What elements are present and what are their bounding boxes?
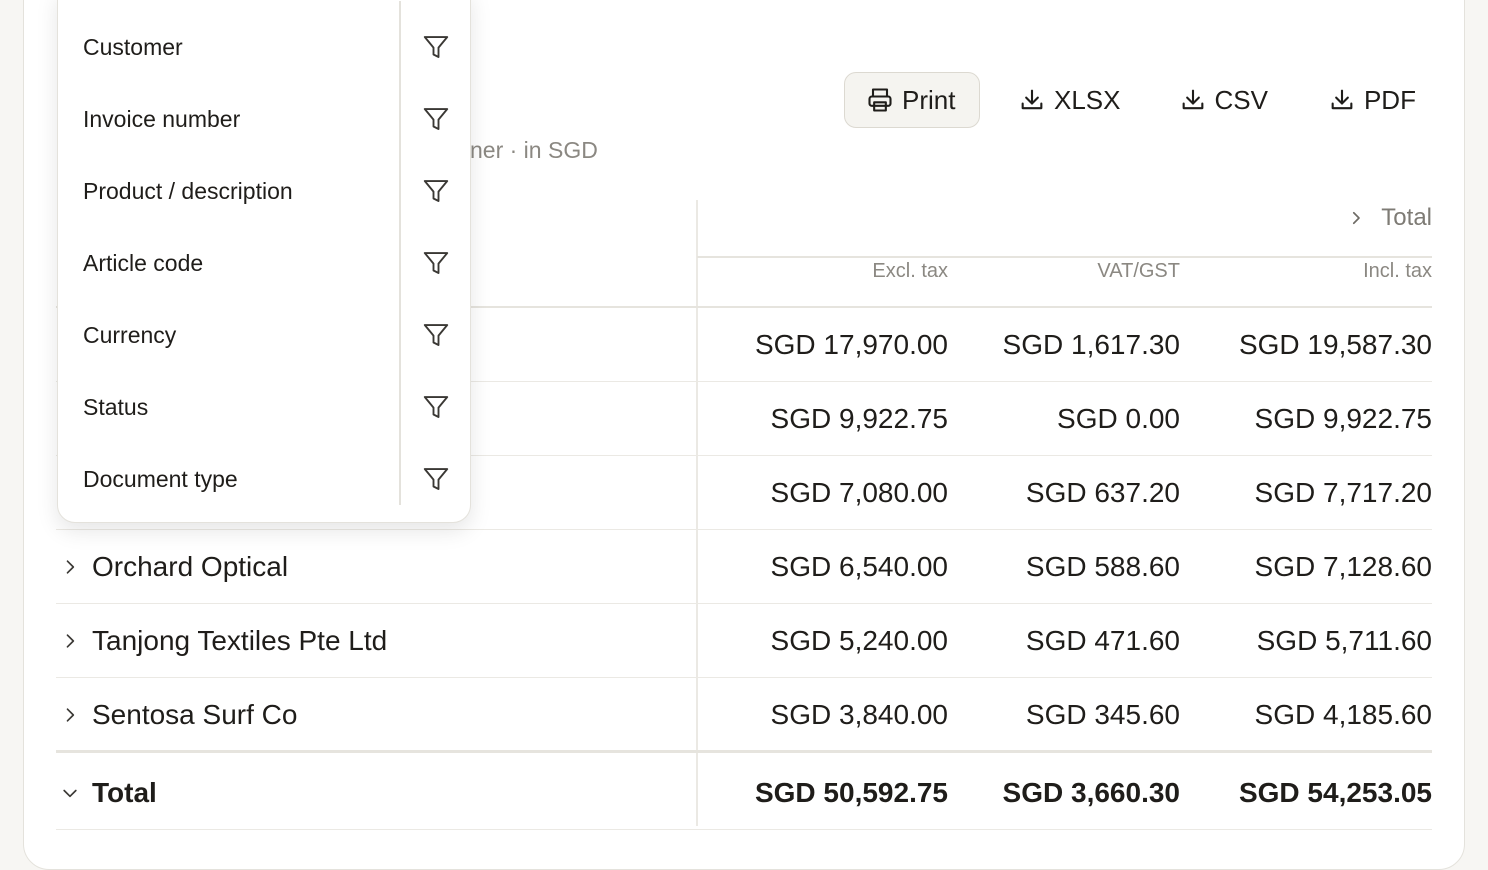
- chevron-right-icon: [66, 560, 75, 574]
- dropdown-item-document-type[interactable]: Document type: [58, 443, 472, 515]
- dropdown-item-label: Status: [83, 393, 149, 420]
- filter-icon[interactable]: [420, 391, 452, 423]
- pdf-label: PDF: [1363, 84, 1416, 115]
- dropdown-item-label: Product / description: [83, 177, 293, 204]
- csv-label: CSV: [1214, 84, 1268, 115]
- download-icon: [1021, 89, 1043, 110]
- cell-vat: SGD 1,617.30: [1002, 329, 1180, 360]
- cell-vat: SGD 345.60: [1025, 699, 1180, 730]
- total-vat: SGD 3,660.30: [1002, 777, 1180, 808]
- cell-vat: SGD 637.20: [1025, 477, 1180, 508]
- cell-excl-tax: SGD 5,240.00: [770, 625, 948, 656]
- dropdown-item-label: Invoice number: [83, 105, 241, 132]
- cell-excl-tax: SGD 17,970.00: [754, 329, 948, 360]
- cell-incl-tax: SGD 5,711.60: [1256, 625, 1432, 656]
- xlsx-label: XLSX: [1054, 84, 1121, 115]
- cell-incl-tax: SGD 19,587.30: [1238, 329, 1432, 360]
- total-excl-tax: SGD 50,592.75: [754, 777, 948, 808]
- cell-incl-tax: SGD 7,128.60: [1254, 551, 1432, 582]
- dropdown-item-product-description[interactable]: Product / description: [58, 155, 472, 227]
- cell-excl-tax: SGD 3,840.00: [770, 699, 948, 730]
- row-toggle[interactable]: Orchard Optical: [56, 530, 288, 604]
- cell-vat: SGD 0.00: [1057, 403, 1180, 434]
- total-incl-tax: SGD 54,253.05: [1238, 777, 1432, 808]
- filter-icon[interactable]: [420, 31, 452, 63]
- dropdown-item-article-code[interactable]: Article code: [58, 227, 472, 299]
- total-group-header[interactable]: Total: [1347, 204, 1432, 232]
- row-name: Orchard Optical: [92, 551, 289, 582]
- download-icon: [1182, 89, 1203, 110]
- table-row[interactable]: Tanjong Textiles Pte Ltd SGD 5,240.00 SG…: [56, 604, 1432, 678]
- group-header-label: Total: [1381, 204, 1432, 231]
- cell-excl-tax: SGD 6,540.00: [770, 551, 948, 582]
- cell-excl-tax: SGD 9,922.75: [770, 403, 948, 434]
- export-toolbar: Print XLSX CSV PDF: [844, 72, 1416, 128]
- table-row[interactable]: Sentosa Surf Co SGD 3,840.00 SGD 345.60 …: [56, 678, 1432, 752]
- total-label: Total: [92, 777, 157, 808]
- row-name: Sentosa Surf Co: [92, 699, 298, 730]
- download-icon: [1331, 89, 1353, 110]
- dropdown-item-status[interactable]: Status: [58, 371, 472, 443]
- cell-vat: SGD 471.60: [1025, 625, 1180, 656]
- report-subtitle: ner · in SGD: [470, 137, 598, 163]
- cell-incl-tax: SGD 7,717.20: [1254, 477, 1432, 508]
- csv-export-button[interactable]: CSV: [1179, 72, 1268, 128]
- filter-icon[interactable]: [420, 175, 452, 207]
- print-button[interactable]: Print: [844, 72, 980, 128]
- print-label: Print: [902, 84, 956, 115]
- cell-excl-tax: SGD 7,080.00: [770, 477, 948, 508]
- row-toggle[interactable]: Sentosa Surf Co: [56, 678, 297, 752]
- chevron-right-icon: [66, 634, 75, 648]
- dropdown-item-label: Article code: [83, 249, 204, 276]
- dropdown-item-invoice-number[interactable]: Invoice number: [58, 83, 472, 155]
- column-header-vat: VAT/GST: [1097, 260, 1180, 282]
- header-divider: [697, 256, 1432, 258]
- total-toggle[interactable]: Total: [56, 753, 157, 833]
- filter-icon[interactable]: [420, 319, 452, 351]
- total-row[interactable]: Total SGD 50,592.75 SGD 3,660.30 SGD 54,…: [56, 750, 1432, 830]
- filter-icon[interactable]: [420, 103, 452, 135]
- xlsx-export-button[interactable]: XLSX: [1018, 72, 1121, 128]
- chevron-right-icon: [1353, 211, 1361, 225]
- column-filter-dropdown: Customer Invoice number Product / descri…: [57, 0, 471, 523]
- chevron-down-icon: [63, 789, 77, 798]
- printer-icon: [868, 88, 892, 112]
- filter-icon[interactable]: [420, 247, 452, 279]
- pdf-export-button[interactable]: PDF: [1328, 72, 1416, 128]
- column-header-incl-tax: Incl. tax: [1363, 260, 1432, 282]
- dropdown-item-currency[interactable]: Currency: [58, 299, 472, 371]
- row-toggle[interactable]: Tanjong Textiles Pte Ltd: [56, 604, 387, 678]
- filter-icon[interactable]: [420, 463, 452, 495]
- dropdown-item-label: Currency: [83, 321, 177, 348]
- table-row[interactable]: Orchard Optical SGD 6,540.00 SGD 588.60 …: [56, 530, 1432, 604]
- column-header-excl-tax: Excl. tax: [872, 260, 948, 282]
- chevron-right-icon: [66, 708, 75, 722]
- cell-incl-tax: SGD 4,185.60: [1254, 699, 1432, 730]
- dropdown-item-customer[interactable]: Customer: [58, 11, 472, 83]
- dropdown-item-label: Customer: [83, 33, 183, 60]
- cell-incl-tax: SGD 9,922.75: [1254, 403, 1432, 434]
- cell-vat: SGD 588.60: [1025, 551, 1180, 582]
- dropdown-item-label: Document type: [83, 465, 238, 492]
- row-name: Tanjong Textiles Pte Ltd: [92, 625, 388, 656]
